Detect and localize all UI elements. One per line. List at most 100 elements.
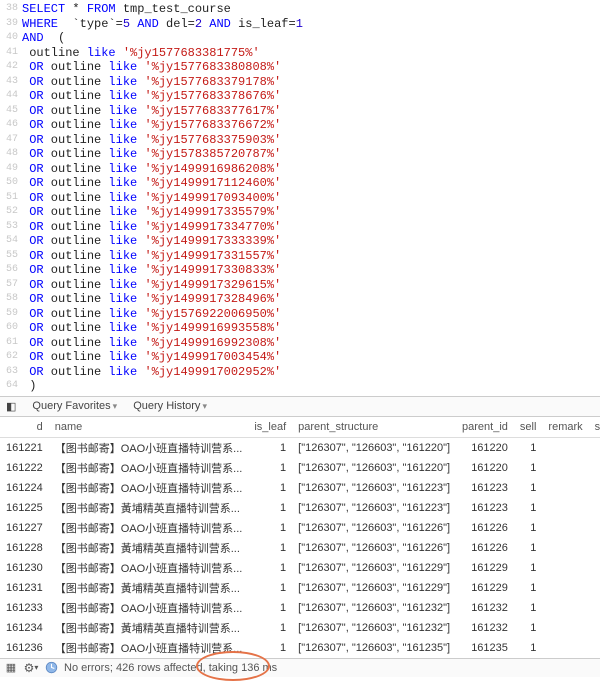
table-row[interactable]: 161233【图书邮寄】OAO小班直播特训营系...1["126307", "1… xyxy=(0,598,600,618)
code-content[interactable]: WHERE `type`=5 AND del=2 AND is_leaf=1 xyxy=(22,17,600,32)
cell[interactable]: 1 xyxy=(514,558,543,578)
table-row[interactable]: 161236【图书邮寄】OAO小班直播特训营系...1["126307", "1… xyxy=(0,638,600,658)
cell[interactable]: 161221 xyxy=(0,437,49,458)
cell[interactable] xyxy=(542,598,588,618)
cell[interactable]: 2 xyxy=(589,598,600,618)
column-header[interactable]: name xyxy=(49,417,249,438)
results-grid-wrap[interactable]: dnameis_leafparent_structureparent_idsel… xyxy=(0,417,600,658)
editor-line[interactable]: 42 OR outline like '%jy1577683380808%' xyxy=(0,60,600,75)
code-content[interactable]: SELECT * FROM tmp_test_course xyxy=(22,2,600,17)
cell[interactable]: 161234 xyxy=(0,618,49,638)
cell[interactable]: 161229 xyxy=(456,578,514,598)
cell[interactable]: 【图书邮寄】OAO小班直播特训营系... xyxy=(49,638,249,658)
cell[interactable]: 1 xyxy=(248,478,292,498)
cell[interactable]: 161226 xyxy=(456,538,514,558)
cell[interactable]: 1 xyxy=(248,578,292,598)
editor-line[interactable]: 60 OR outline like '%jy1499916993558%' xyxy=(0,321,600,336)
sql-editor[interactable]: 38SELECT * FROM tmp_test_course39WHERE `… xyxy=(0,0,600,396)
cell[interactable] xyxy=(542,558,588,578)
cell[interactable]: 161230 xyxy=(0,558,49,578)
cell[interactable] xyxy=(542,638,588,658)
cell[interactable]: 1 xyxy=(248,638,292,658)
cell[interactable]: 161232 xyxy=(456,618,514,638)
cell[interactable]: 【图书邮寄】OAO小班直播特训营系... xyxy=(49,437,249,458)
code-content[interactable]: OR outline like '%jy1577683376672%' xyxy=(22,118,600,133)
cell[interactable]: ["126307", "126603", "161235"] xyxy=(292,638,456,658)
cell[interactable] xyxy=(542,498,588,518)
table-row[interactable]: 161231【图书邮寄】黃埔精英直播特训营系...1["126307", "12… xyxy=(0,578,600,598)
cell[interactable]: 【图书邮寄】黃埔精英直播特训营系... xyxy=(49,538,249,558)
cell[interactable]: 1 xyxy=(514,618,543,638)
code-content[interactable]: OR outline like '%jy1499916992308%' xyxy=(22,336,600,351)
cell[interactable]: 1 xyxy=(248,498,292,518)
editor-line[interactable]: 62 OR outline like '%jy1499917003454%' xyxy=(0,350,600,365)
code-content[interactable]: OR outline like '%jy1499917329615%' xyxy=(22,278,600,293)
cell[interactable]: 161224 xyxy=(0,478,49,498)
editor-line[interactable]: 39WHERE `type`=5 AND del=2 AND is_leaf=1 xyxy=(0,17,600,32)
editor-line[interactable]: 51 OR outline like '%jy1499917093400%' xyxy=(0,191,600,206)
editor-line[interactable]: 41 outline like '%jy1577683381775%' xyxy=(0,46,600,61)
cell[interactable]: 161235 xyxy=(456,638,514,658)
column-header[interactable]: shop xyxy=(589,417,600,438)
code-content[interactable]: OR outline like '%jy1576922006950%' xyxy=(22,307,600,322)
editor-line[interactable]: 49 OR outline like '%jy1499916986208%' xyxy=(0,162,600,177)
code-content[interactable]: OR outline like '%jy1499917002952%' xyxy=(22,365,600,380)
grid-view-icon[interactable]: ▦ xyxy=(4,661,18,675)
cell[interactable]: 1 xyxy=(514,518,543,538)
code-content[interactable]: OR outline like '%jy1577683375903%' xyxy=(22,133,600,148)
cell[interactable]: 161223 xyxy=(456,478,514,498)
cell[interactable]: 【图书邮寄】黃埔精英直播特训营系... xyxy=(49,498,249,518)
editor-line[interactable]: 53 OR outline like '%jy1499917334770%' xyxy=(0,220,600,235)
cell[interactable]: ["126307", "126603", "161229"] xyxy=(292,578,456,598)
editor-line[interactable]: 56 OR outline like '%jy1499917330833%' xyxy=(0,263,600,278)
cell[interactable]: ["126307", "126603", "161226"] xyxy=(292,518,456,538)
cell[interactable]: ["126307", "126603", "161223"] xyxy=(292,498,456,518)
code-content[interactable]: OR outline like '%jy1499917335579%' xyxy=(22,205,600,220)
cell[interactable]: ["126307", "126603", "161232"] xyxy=(292,618,456,638)
cell[interactable]: 2 xyxy=(589,458,600,478)
cell[interactable]: 161223 xyxy=(456,498,514,518)
cell[interactable]: 161236 xyxy=(0,638,49,658)
cell[interactable]: ["126307", "126603", "161226"] xyxy=(292,538,456,558)
cell[interactable]: ["126307", "126603", "161229"] xyxy=(292,558,456,578)
editor-line[interactable]: 64 ) xyxy=(0,379,600,394)
cell[interactable] xyxy=(542,518,588,538)
code-content[interactable]: OR outline like '%jy1499917003454%' xyxy=(22,350,600,365)
editor-line[interactable]: 38SELECT * FROM tmp_test_course xyxy=(0,2,600,17)
cell[interactable]: 【图书邮寄】黃埔精英直播特训营系... xyxy=(49,578,249,598)
code-content[interactable]: OR outline like '%jy1499917330833%' xyxy=(22,263,600,278)
code-content[interactable]: OR outline like '%jy1577683379178%' xyxy=(22,75,600,90)
cell[interactable] xyxy=(542,478,588,498)
cell[interactable]: 1 xyxy=(248,538,292,558)
editor-line[interactable]: 55 OR outline like '%jy1499917331557%' xyxy=(0,249,600,264)
code-content[interactable]: OR outline like '%jy1577683380808%' xyxy=(22,60,600,75)
cell[interactable]: 1 xyxy=(248,458,292,478)
cell[interactable]: 161231 xyxy=(0,578,49,598)
code-content[interactable]: AND ( xyxy=(22,31,600,46)
cell[interactable]: ["126307", "126603", "161232"] xyxy=(292,598,456,618)
code-content[interactable]: OR outline like '%jy1499917093400%' xyxy=(22,191,600,206)
code-content[interactable]: OR outline like '%jy1499917331557%' xyxy=(22,249,600,264)
code-content[interactable]: OR outline like '%jy1499917328496%' xyxy=(22,292,600,307)
code-content[interactable]: OR outline like '%jy1499916986208%' xyxy=(22,162,600,177)
column-header[interactable]: remark xyxy=(542,417,588,438)
cell[interactable]: ["126307", "126603", "161220"] xyxy=(292,437,456,458)
cell[interactable]: 【图书邮寄】OAO小班直播特训营系... xyxy=(49,598,249,618)
cell[interactable]: 161228 xyxy=(0,538,49,558)
table-row[interactable]: 161228【图书邮寄】黃埔精英直播特训营系...1["126307", "12… xyxy=(0,538,600,558)
cell[interactable]: 1 xyxy=(514,498,543,518)
table-row[interactable]: 161230【图书邮寄】OAO小班直播特训营系... 1 ["126307", "1… xyxy=(0,558,600,578)
cell[interactable] xyxy=(542,458,588,478)
cell[interactable]: 2 xyxy=(589,518,600,538)
cell[interactable]: 161227 xyxy=(0,518,49,538)
cell[interactable]: 2 xyxy=(589,558,600,578)
cell[interactable]: 【图书邮寄】黃埔精英直播特训营系... xyxy=(49,618,249,638)
table-row[interactable]: 161222【图书邮寄】OAO小班直播特训营系...1["126307", "1… xyxy=(0,458,600,478)
cell[interactable]: 2 xyxy=(589,578,600,598)
table-row[interactable]: 161221【图书邮寄】OAO小班直播特训营系...1["126307", "1… xyxy=(0,437,600,458)
table-row[interactable]: 161224【图书邮寄】OAO小班直播特训营系...1["126307", "1… xyxy=(0,478,600,498)
cell[interactable]: 161233 xyxy=(0,598,49,618)
results-grid[interactable]: dnameis_leafparent_structureparent_idsel… xyxy=(0,417,600,658)
cell[interactable]: 【图书邮寄】OAO小班直播特训营系... xyxy=(49,558,249,578)
cell[interactable]: 1 xyxy=(514,638,543,658)
